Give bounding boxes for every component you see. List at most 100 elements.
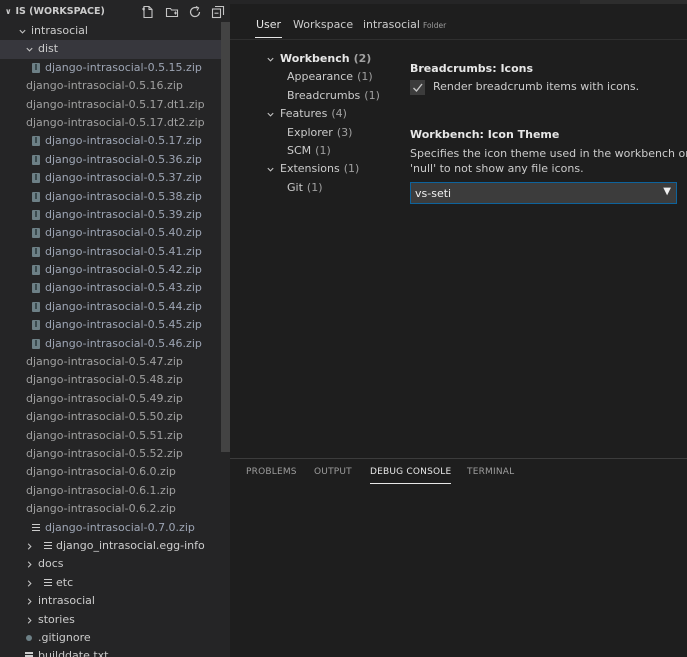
tree-item[interactable]: django-intrasocial-0.5.46.zip bbox=[0, 335, 221, 353]
tree-item-label: django-intrasocial-0.5.49.zip bbox=[26, 391, 183, 405]
tree-item-label: django-intrasocial-0.5.15.zip bbox=[45, 60, 202, 74]
icon-theme-selected-value: vs-seti bbox=[415, 187, 452, 200]
tree-item[interactable]: django-intrasocial-0.6.1.zip bbox=[0, 482, 221, 500]
tree-item[interactable]: intrasocial bbox=[0, 592, 221, 610]
tree-item[interactable]: builddate.txt bbox=[0, 647, 221, 657]
tree-item[interactable]: django-intrasocial-0.5.47.zip bbox=[0, 353, 221, 371]
settings-toc: Workbench (2) Appearance (1) Breadcrumbs (1) F… bbox=[230, 50, 400, 197]
zip-file-icon bbox=[32, 173, 40, 184]
tree-item-label: intrasocial bbox=[38, 594, 95, 608]
setting-title-breadcrumbs-icons: Breadcrumbs: Icons bbox=[410, 62, 534, 75]
tab-user[interactable]: User bbox=[254, 18, 283, 38]
tree-item[interactable]: django-intrasocial-0.5.39.zip bbox=[0, 206, 221, 224]
tab-workspace[interactable]: Workspace bbox=[293, 18, 353, 31]
refresh-icon[interactable] bbox=[188, 5, 202, 19]
tree-item[interactable]: dist bbox=[0, 40, 221, 59]
tree-item[interactable]: django-intrasocial-0.5.15.zip bbox=[0, 59, 221, 77]
tree-item[interactable]: django-intrasocial-0.7.0.zip bbox=[0, 519, 221, 537]
panel-tab-problems[interactable]: PROBLEMS bbox=[246, 467, 297, 477]
tree-item-label: django-intrasocial-0.6.1.zip bbox=[26, 483, 176, 497]
tree-item[interactable]: django-intrasocial-0.5.45.zip bbox=[0, 316, 221, 334]
toc-item-label: Features (4) bbox=[280, 105, 347, 123]
tree-item[interactable]: django-intrasocial-0.5.43.zip bbox=[0, 279, 221, 297]
git-file-icon bbox=[26, 634, 32, 641]
check-icon bbox=[413, 83, 423, 93]
toc-item[interactable]: Workbench (2) bbox=[230, 50, 400, 68]
tree-item[interactable]: django-intrasocial-0.5.52.zip bbox=[0, 445, 221, 463]
tree-item-label: django-intrasocial-0.5.38.zip bbox=[45, 189, 202, 203]
chevron-right-icon bbox=[24, 574, 34, 594]
chevron-down-icon bbox=[266, 160, 275, 180]
chevron-down-icon: ∨ bbox=[5, 7, 12, 16]
explorer-scrollbar[interactable] bbox=[221, 22, 230, 452]
tree-item-label: django-intrasocial-0.5.16.zip bbox=[26, 79, 183, 93]
tree-item[interactable]: .gitignore bbox=[0, 629, 221, 647]
new-file-icon[interactable] bbox=[141, 5, 155, 19]
active-editor-tab[interactable] bbox=[230, 0, 580, 4]
tree-item[interactable]: django-intrasocial-0.6.0.zip bbox=[0, 463, 221, 481]
tree-item[interactable]: django-intrasocial-0.5.36.zip bbox=[0, 151, 221, 169]
panel-tab-debug-console[interactable]: DEBUG CONSOLE bbox=[370, 467, 452, 484]
toc-item[interactable]: Extensions (1) bbox=[230, 160, 400, 178]
tree-item[interactable]: django-intrasocial-0.5.41.zip bbox=[0, 243, 221, 261]
new-folder-icon[interactable] bbox=[165, 5, 179, 19]
tree-item-label: django-intrasocial-0.5.50.zip bbox=[26, 410, 183, 424]
tab-folder-intrasocial[interactable]: intrasocial Folder bbox=[363, 18, 446, 31]
collapse-all-icon[interactable] bbox=[211, 5, 225, 19]
chevron-down-icon bbox=[266, 50, 275, 70]
tree-item[interactable]: django-intrasocial-0.5.49.zip bbox=[0, 390, 221, 408]
tree-item[interactable]: etc bbox=[0, 574, 221, 592]
dropdown-arrow-icon: ▼ bbox=[663, 186, 671, 197]
toc-item-name: SCM bbox=[287, 143, 312, 157]
tree-item[interactable]: stories bbox=[0, 611, 221, 629]
tree-item[interactable]: django_intrasocial.egg-info bbox=[0, 537, 221, 555]
chevron-right-icon bbox=[24, 555, 34, 575]
tree-item[interactable]: django-intrasocial-0.5.44.zip bbox=[0, 298, 221, 316]
tree-item[interactable]: django-intrasocial-0.5.38.zip bbox=[0, 188, 221, 206]
tree-item[interactable]: django-intrasocial-0.5.37.zip bbox=[0, 169, 221, 187]
tree-item[interactable]: django-intrasocial-0.5.17.dt2.zip bbox=[0, 114, 221, 132]
tree-item-label: stories bbox=[38, 612, 75, 626]
toc-item-label: SCM (1) bbox=[287, 142, 331, 160]
toc-item-count: (1) bbox=[315, 143, 331, 157]
tree-item-label: django-intrasocial-0.5.52.zip bbox=[26, 446, 183, 460]
toc-item[interactable]: Git (1) bbox=[230, 179, 400, 197]
tree-item[interactable]: django-intrasocial-0.5.42.zip bbox=[0, 261, 221, 279]
setting-title-icon-theme: Workbench: Icon Theme bbox=[410, 128, 560, 141]
panel-tab-output[interactable]: OUTPUT bbox=[314, 467, 352, 477]
panel-tab-terminal[interactable]: TERMINAL bbox=[467, 467, 514, 477]
tree-item[interactable]: django-intrasocial-0.5.17.zip bbox=[0, 132, 221, 150]
toc-item[interactable]: Appearance (1) bbox=[230, 68, 400, 86]
icon-theme-select[interactable]: vs-seti ▼ bbox=[410, 182, 677, 204]
chevron-right-icon bbox=[24, 537, 34, 557]
tree-item[interactable]: django-intrasocial-0.5.51.zip bbox=[0, 427, 221, 445]
tree-item[interactable]: django-intrasocial-0.5.50.zip bbox=[0, 408, 221, 426]
toc-item[interactable]: Features (4) bbox=[230, 105, 400, 123]
tree-item[interactable]: intrasocial bbox=[0, 22, 221, 40]
tree-item-label: django-intrasocial-0.5.37.zip bbox=[45, 171, 202, 185]
breadcrumbs-icons-checkbox[interactable] bbox=[410, 80, 425, 95]
file-lines-icon bbox=[44, 541, 52, 551]
tree-item[interactable]: django-intrasocial-0.5.17.dt1.zip bbox=[0, 96, 221, 114]
explorer-title[interactable]: ∨ IS (WORKSPACE) bbox=[5, 6, 105, 17]
tree-item-label: django-intrasocial-0.6.2.zip bbox=[26, 502, 176, 516]
tree-item-label: django-intrasocial-0.5.45.zip bbox=[45, 318, 202, 332]
toc-item-name: Explorer bbox=[287, 125, 333, 139]
tree-item-label: django-intrasocial-0.5.40.zip bbox=[45, 226, 202, 240]
toc-item[interactable]: Breadcrumbs (1) bbox=[230, 87, 400, 105]
toc-item[interactable]: SCM (1) bbox=[230, 142, 400, 160]
zip-file-icon bbox=[32, 136, 40, 147]
tree-item[interactable]: django-intrasocial-0.6.2.zip bbox=[0, 500, 221, 518]
zip-file-icon bbox=[32, 301, 40, 312]
tree-item-label: django-intrasocial-0.5.46.zip bbox=[45, 336, 202, 350]
tree-item[interactable]: django-intrasocial-0.5.48.zip bbox=[0, 371, 221, 389]
tree-item[interactable]: django-intrasocial-0.5.40.zip bbox=[0, 224, 221, 242]
chevron-right-icon bbox=[24, 592, 34, 612]
toc-item[interactable]: Explorer (3) bbox=[230, 124, 400, 142]
tree-item[interactable]: docs bbox=[0, 555, 221, 573]
settings-scope-tabs: User Workspace intrasocial Folder bbox=[230, 14, 687, 40]
tree-item[interactable]: django-intrasocial-0.5.16.zip bbox=[0, 77, 221, 95]
toc-item-name: Extensions bbox=[280, 162, 340, 176]
file-lines-icon bbox=[25, 651, 33, 657]
zip-file-icon bbox=[32, 191, 40, 202]
